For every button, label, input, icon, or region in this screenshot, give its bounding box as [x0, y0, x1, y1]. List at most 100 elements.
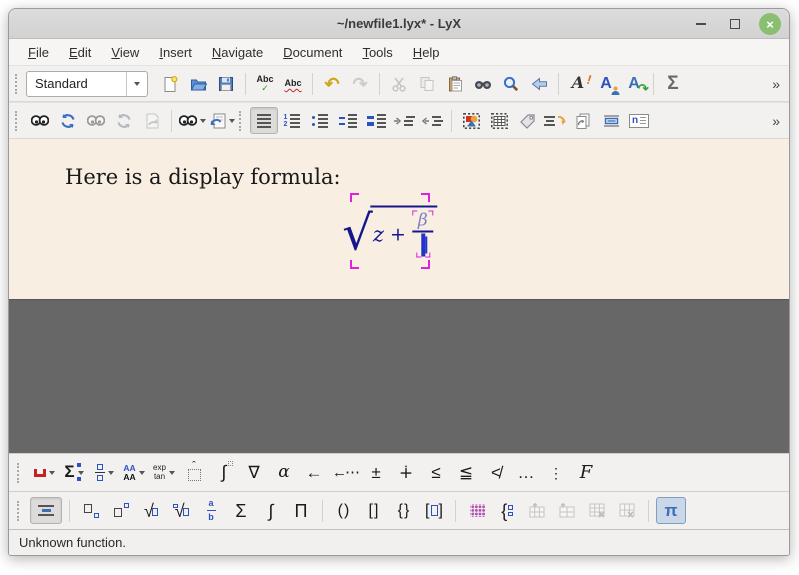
delete-column-button[interactable] [613, 497, 641, 524]
vertical-dots-button[interactable]: ⋮ [542, 459, 570, 486]
insert-math-button[interactable]: Σ [659, 70, 687, 97]
insert-graphics-button[interactable] [457, 107, 485, 134]
paragraph-style-selector[interactable]: Standard [26, 71, 148, 97]
undo-button[interactable]: ↶ [318, 70, 346, 97]
integral-button[interactable]: ∫ [257, 497, 285, 524]
toggle-emphasis-button[interactable]: A ! [564, 70, 592, 97]
insert-cross-reference-button[interactable] [569, 107, 597, 134]
increase-depth-button[interactable] [390, 107, 418, 134]
insert-table-button[interactable] [485, 107, 513, 134]
toolbar-overflow-button[interactable]: » [766, 76, 785, 92]
braces-button[interactable]: {} [390, 497, 418, 524]
insert-box-button[interactable] [597, 107, 625, 134]
navigate-back-button[interactable] [525, 70, 553, 97]
copy-button[interactable] [413, 70, 441, 97]
open-document-button[interactable] [184, 70, 212, 97]
apply-last-style-button[interactable]: A ↷ [620, 70, 648, 97]
decrease-depth-button[interactable] [418, 107, 446, 134]
toolbar-overflow-button[interactable]: » [766, 113, 785, 129]
add-row-button[interactable] [523, 497, 551, 524]
leq-slant-button[interactable]: ≦ [452, 459, 480, 486]
paragraph-text[interactable]: Here is a display formula: [65, 165, 341, 189]
view-other-formats-button[interactable] [177, 107, 208, 134]
paragraph-standard-button[interactable] [250, 107, 278, 134]
fraction-numerator[interactable]: β [412, 212, 434, 231]
view-document-button[interactable] [26, 107, 54, 134]
update-other-formats-button[interactable] [208, 107, 237, 134]
maximize-button[interactable] [725, 14, 745, 34]
fraction-denominator[interactable] [416, 236, 430, 257]
formula-fraction[interactable]: β [412, 212, 434, 257]
update-master-button[interactable] [110, 107, 138, 134]
math-inset[interactable]: √ z + β [350, 193, 430, 269]
insert-toc-button[interactable] [541, 107, 569, 134]
numbered-list-button[interactable]: 1 2 [278, 107, 306, 134]
menu-file[interactable]: File [19, 42, 58, 63]
negated-relations-button[interactable]: ≮ [482, 459, 510, 486]
subscript-button[interactable] [77, 497, 105, 524]
binary-operators-button[interactable]: ± [362, 459, 390, 486]
delete-row-button[interactable] [583, 497, 611, 524]
relations-button[interactable]: ≤ [422, 459, 450, 486]
update-document-button[interactable] [54, 107, 82, 134]
menu-insert[interactable]: Insert [150, 42, 201, 63]
toolbar-drag-handle[interactable] [15, 74, 22, 94]
brackets-button[interactable]: [] [360, 497, 388, 524]
title-bar[interactable]: ~/newfile1.lyx* - LyX × [9, 9, 789, 39]
empty-math-box[interactable] [421, 234, 425, 257]
menu-help[interactable]: Help [404, 42, 449, 63]
insert-matrix-button[interactable] [463, 497, 491, 524]
toggle-display-mode-button[interactable] [30, 497, 62, 524]
menu-edit[interactable]: Edit [60, 42, 100, 63]
redo-button[interactable]: ↷ [346, 70, 374, 97]
toolbar-drag-handle[interactable] [17, 463, 24, 483]
menu-view[interactable]: View [102, 42, 148, 63]
display-formula[interactable]: √ z + β [342, 206, 437, 257]
math-accents-button[interactable]: ˆ [180, 459, 208, 486]
dashed-arrows-button[interactable]: ←⋯ [330, 459, 360, 486]
fraction-button[interactable]: a b [197, 497, 225, 524]
cut-button[interactable] [385, 70, 413, 97]
arrows-button[interactable]: ← [300, 459, 328, 486]
operators-with-limits-button[interactable]: Σ [60, 459, 88, 486]
new-document-button[interactable] [156, 70, 184, 97]
superscript-button[interactable] [107, 497, 135, 524]
toggle-noun-button[interactable]: A [592, 70, 620, 97]
insert-cases-button[interactable]: { [493, 497, 521, 524]
dot-plus-button[interactable]: ∔ [392, 459, 420, 486]
menu-tools[interactable]: Tools [353, 42, 401, 63]
menu-document[interactable]: Document [274, 42, 351, 63]
enable-view-options-button[interactable] [138, 107, 166, 134]
minimize-button[interactable] [691, 14, 711, 34]
big-operators-button[interactable]: ∫ [210, 459, 238, 486]
paste-button[interactable] [441, 70, 469, 97]
bullet-list-button[interactable] [306, 107, 334, 134]
add-column-button[interactable] [553, 497, 581, 524]
document-canvas[interactable]: Here is a display formula: √ z + β [9, 139, 789, 299]
math-functions-button[interactable]: exp tan [150, 459, 178, 486]
find-button[interactable] [469, 70, 497, 97]
sum-button[interactable]: Σ [227, 497, 255, 524]
math-font-style-button[interactable]: AA AA [120, 459, 148, 486]
menu-navigate[interactable]: Navigate [203, 42, 272, 63]
product-button[interactable]: Π [287, 497, 315, 524]
square-root-button[interactable]: √ [137, 497, 165, 524]
math-panel-toggle-button[interactable]: π [656, 497, 686, 524]
view-master-button[interactable] [82, 107, 110, 134]
labeled-list-button[interactable] [362, 107, 390, 134]
description-list-button[interactable] [334, 107, 362, 134]
insert-note-button[interactable]: n [625, 107, 653, 134]
toolbar-drag-handle[interactable] [15, 111, 22, 131]
math-spacing-button[interactable] [30, 459, 58, 486]
find-replace-button[interactable] [497, 70, 525, 97]
frame-styles-button[interactable]: F [572, 459, 600, 486]
fractions-button[interactable] [90, 459, 118, 486]
toolbar-drag-handle[interactable] [17, 501, 24, 521]
close-button[interactable]: × [759, 13, 781, 35]
nth-root-button[interactable]: √ [167, 497, 195, 524]
check-spelling-button[interactable]: Abc ✓ [251, 70, 279, 97]
insert-label-button[interactable] [513, 107, 541, 134]
parentheses-button[interactable]: () [330, 497, 358, 524]
delimiters-button[interactable]: [ ] [420, 497, 448, 524]
misc-symbols-button[interactable]: ∇ [240, 459, 268, 486]
